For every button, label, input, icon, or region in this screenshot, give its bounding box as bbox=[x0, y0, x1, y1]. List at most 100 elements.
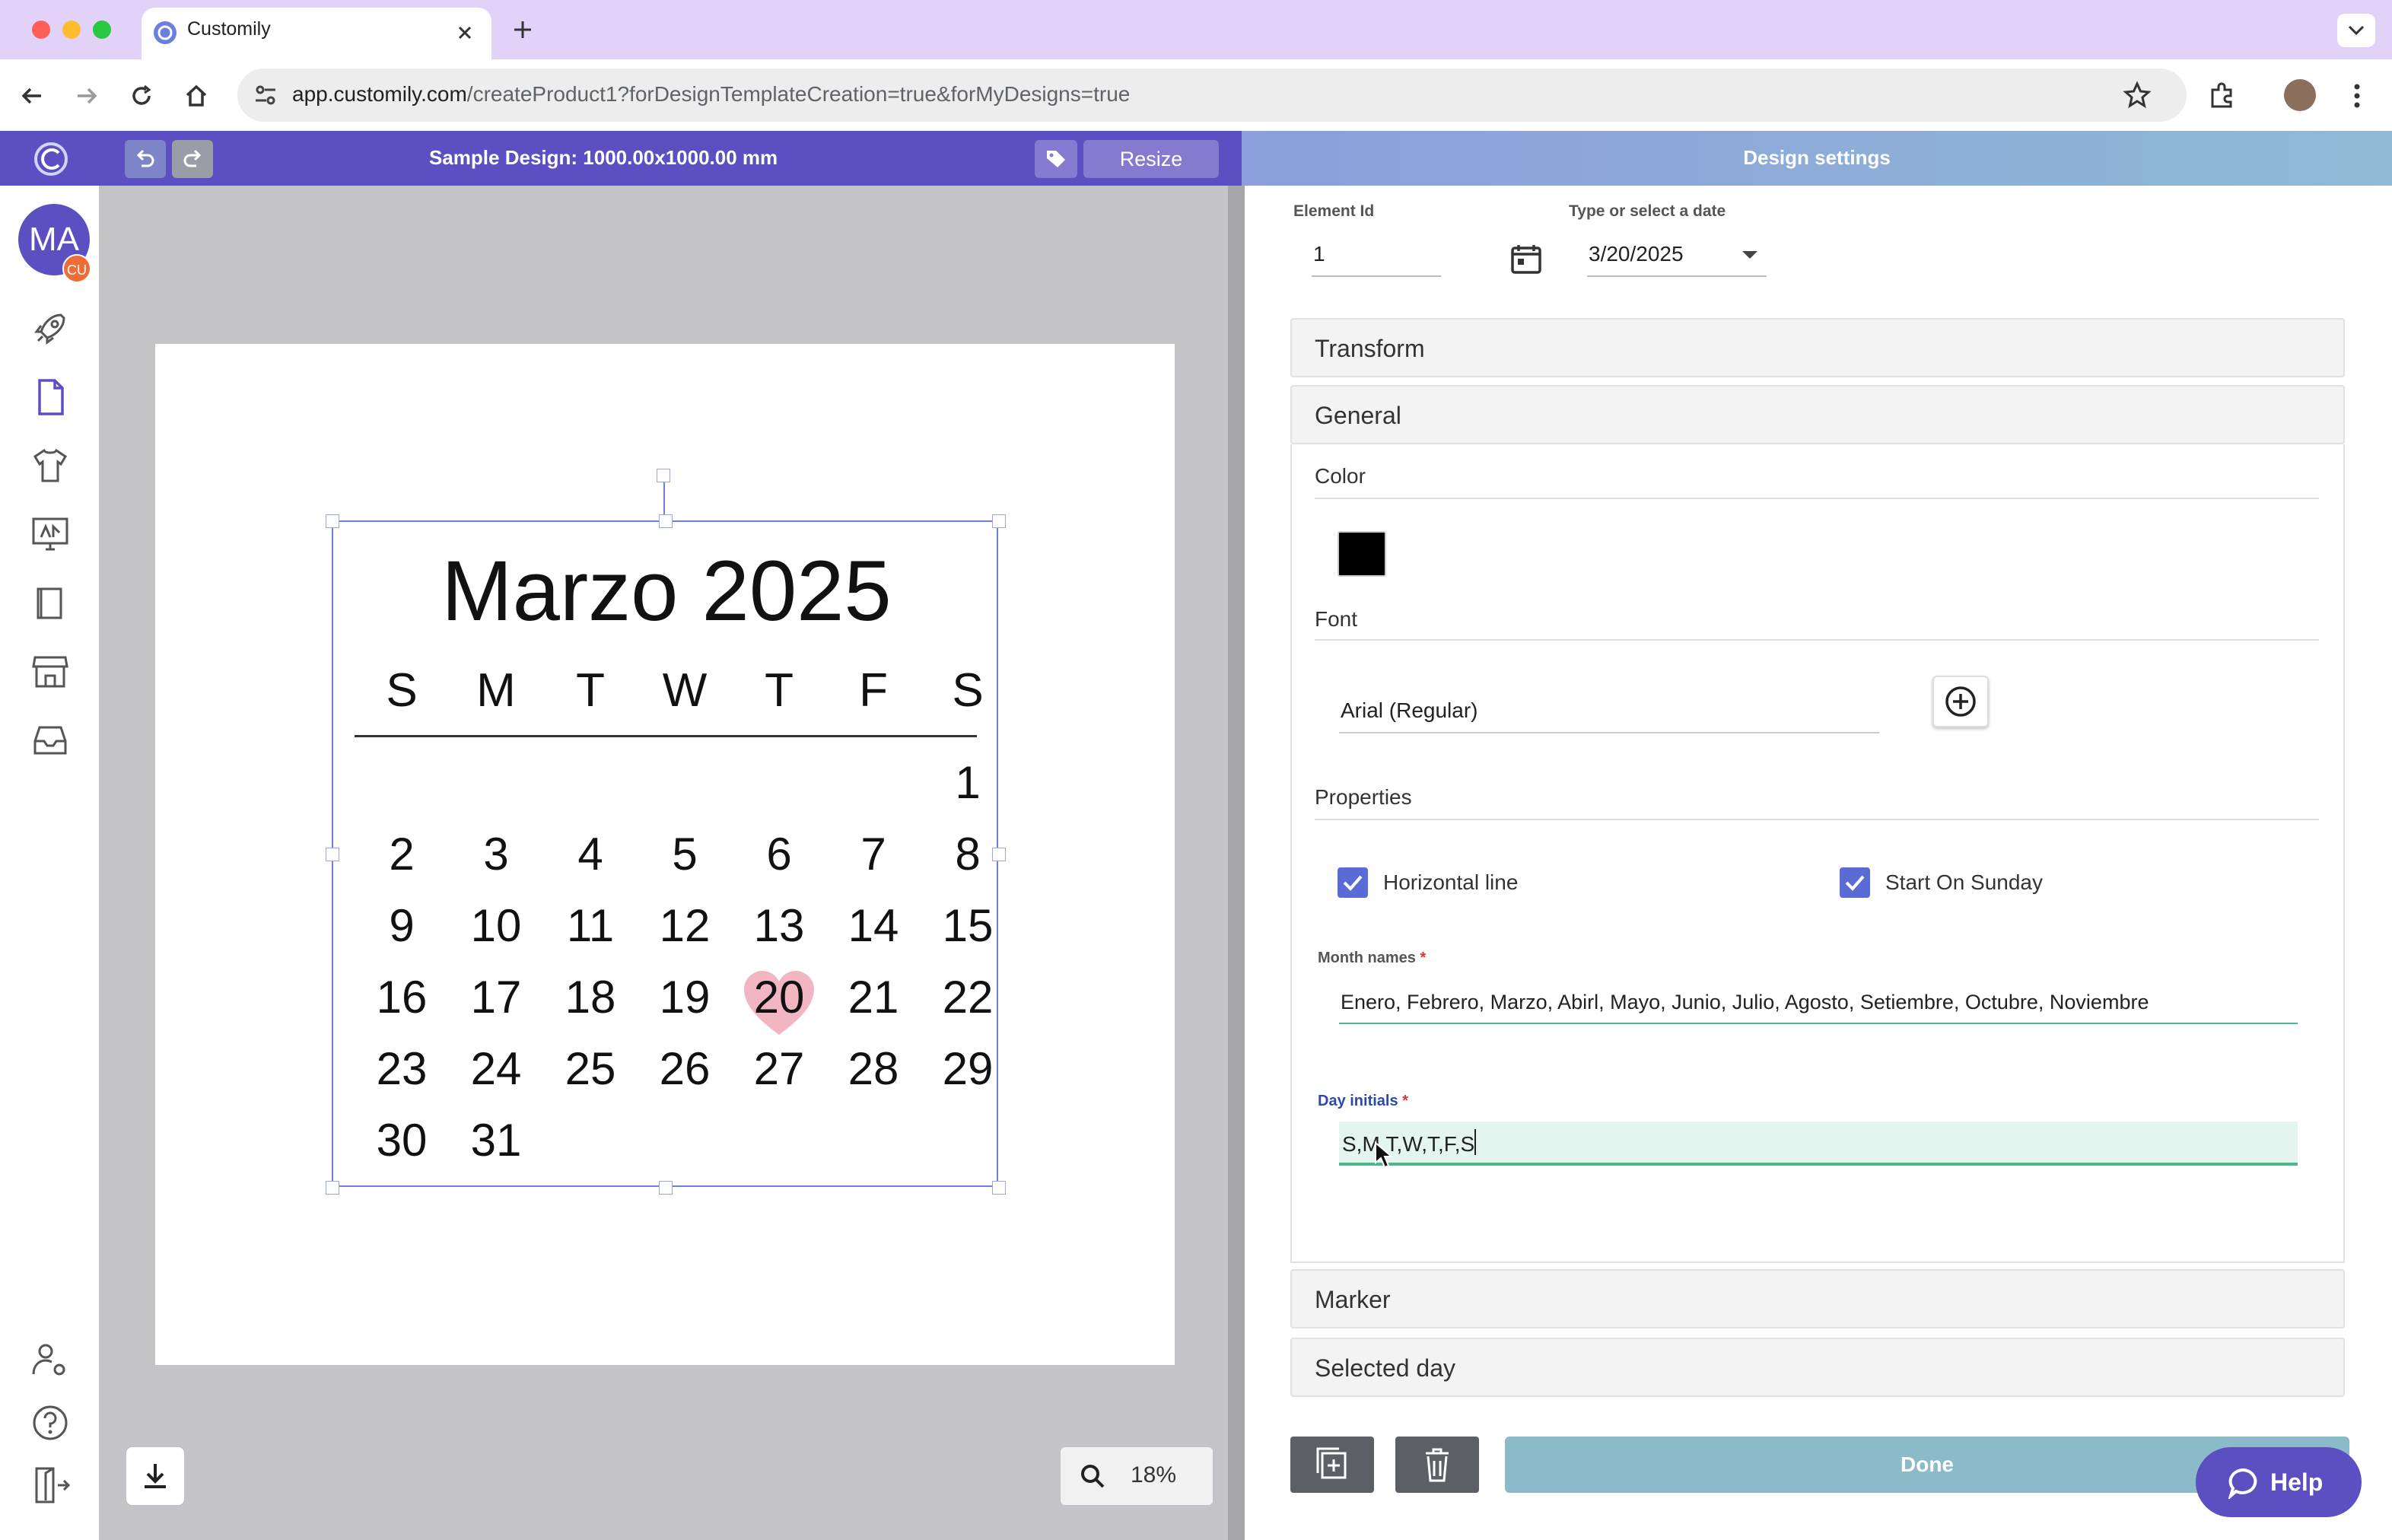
calendar-day: 28 bbox=[848, 1043, 899, 1094]
tag-button[interactable] bbox=[1035, 140, 1077, 178]
rocket-icon[interactable] bbox=[30, 309, 70, 348]
inbox-icon[interactable] bbox=[30, 720, 70, 759]
zoom-search-icon bbox=[1079, 1462, 1106, 1490]
calendar-day-initial: M bbox=[476, 664, 516, 717]
font-label: Font bbox=[1315, 607, 1358, 631]
logout-icon[interactable] bbox=[30, 1465, 70, 1505]
sidebar-nav: MA CU bbox=[0, 186, 99, 1540]
zoom-control[interactable]: 18% bbox=[1061, 1447, 1213, 1505]
close-tab-icon[interactable] bbox=[453, 21, 476, 44]
customily-logo-icon[interactable] bbox=[33, 142, 68, 177]
calendar-horizontal-line bbox=[355, 735, 977, 737]
browser-tab[interactable]: Customily bbox=[142, 8, 491, 59]
editor-header: Sample Design: 1000.00x1000.00 mm Resize bbox=[0, 131, 1242, 186]
resize-handle[interactable] bbox=[326, 1181, 339, 1195]
tshirt-icon[interactable] bbox=[30, 446, 70, 485]
calendar-day: 4 bbox=[577, 829, 603, 880]
calendar-day: 14 bbox=[848, 900, 899, 951]
start-on-sunday-checkbox[interactable] bbox=[1840, 867, 1870, 898]
book-icon[interactable] bbox=[30, 583, 70, 622]
tab-search-icon[interactable] bbox=[2337, 14, 2375, 47]
date-dropdown-chevron-icon[interactable] bbox=[1739, 248, 1761, 263]
horizontal-line-checkbox[interactable] bbox=[1338, 867, 1368, 898]
day-initials-input[interactable]: S,M,T,W,T,F,S bbox=[1339, 1122, 2298, 1169]
delete-element-button[interactable] bbox=[1395, 1437, 1479, 1493]
resize-button[interactable]: Resize bbox=[1083, 140, 1219, 178]
calendar-element[interactable]: Marzo 2025 SMTWTFS 1 2 3 4 5 6 7 8 9 10 11 12 13 14 15… bbox=[326, 514, 1006, 1195]
calendar-day: 24 bbox=[470, 1043, 522, 1094]
profile-avatar[interactable] bbox=[2284, 79, 2316, 111]
element-id-label: Element Id bbox=[1293, 202, 1375, 220]
calendar-day-initial: T bbox=[765, 664, 794, 717]
address-bar[interactable]: app.customily.com/createProduct1?forDesi… bbox=[237, 68, 2187, 122]
help-circle-icon[interactable] bbox=[30, 1403, 70, 1443]
user-settings-icon[interactable] bbox=[30, 1341, 70, 1380]
reload-icon[interactable] bbox=[128, 82, 155, 110]
calendar-day: 15 bbox=[942, 900, 994, 951]
calendar-day: 16 bbox=[376, 972, 428, 1023]
back-icon[interactable] bbox=[18, 82, 46, 110]
new-tab-icon[interactable] bbox=[510, 17, 536, 43]
resize-handle[interactable] bbox=[326, 848, 339, 861]
color-divider bbox=[1315, 498, 2319, 499]
font-select[interactable]: Arial (Regular) bbox=[1341, 698, 1478, 723]
calendar-day: 3 bbox=[483, 829, 509, 880]
date-input[interactable]: 3/20/2025 bbox=[1589, 242, 1684, 266]
forward-icon[interactable] bbox=[73, 82, 100, 110]
duplicate-element-button[interactable] bbox=[1290, 1437, 1374, 1493]
url-text: app.customily.com/createProduct1?forDesi… bbox=[292, 82, 1131, 106]
color-swatch[interactable] bbox=[1338, 531, 1386, 577]
browser-toolbar: app.customily.com/createProduct1?forDesi… bbox=[0, 59, 2392, 131]
day-initials-value: S,M,T,W,T,F,S bbox=[1342, 1132, 1475, 1156]
calendar-day: 12 bbox=[659, 900, 711, 951]
calendar-day: 2 bbox=[389, 829, 415, 880]
undo-button[interactable] bbox=[125, 140, 166, 178]
element-id-input[interactable]: 1 bbox=[1313, 242, 1325, 266]
panel-splitter[interactable] bbox=[1228, 186, 1245, 1540]
download-button[interactable] bbox=[126, 1447, 184, 1505]
monitor-design-icon[interactable] bbox=[30, 514, 70, 554]
minimize-window-button[interactable] bbox=[62, 21, 81, 39]
maximize-window-button[interactable] bbox=[93, 21, 111, 39]
calendar-day: 6 bbox=[766, 829, 792, 880]
selected-day-accordion[interactable]: Selected day bbox=[1290, 1338, 2345, 1397]
calendar-day: 30 bbox=[376, 1115, 428, 1166]
general-accordion[interactable]: General bbox=[1290, 385, 2345, 444]
extensions-icon[interactable] bbox=[2206, 81, 2237, 111]
calendar-day: 31 bbox=[470, 1115, 522, 1166]
bookmark-star-icon[interactable] bbox=[2123, 81, 2152, 110]
resize-handle[interactable] bbox=[659, 514, 673, 528]
close-window-button[interactable] bbox=[32, 21, 50, 39]
month-names-input[interactable]: Enero, Febrero, Marzo, Abirl, Mayo, Juni… bbox=[1341, 991, 2149, 1014]
site-settings-icon[interactable] bbox=[253, 82, 278, 108]
resize-handle[interactable] bbox=[992, 514, 1006, 528]
calendar-day: 1 bbox=[955, 757, 981, 808]
font-divider bbox=[1315, 639, 2319, 641]
store-icon[interactable] bbox=[30, 651, 70, 691]
home-icon[interactable] bbox=[183, 82, 210, 110]
resize-handle[interactable] bbox=[992, 1181, 1006, 1195]
transform-accordion[interactable]: Transform bbox=[1290, 318, 2345, 377]
calendar-day: 17 bbox=[470, 972, 522, 1023]
mouse-cursor-icon bbox=[1374, 1141, 1394, 1169]
calendar-day-initial: T bbox=[576, 664, 605, 717]
help-button[interactable]: Help bbox=[2196, 1447, 2362, 1517]
rotate-handle[interactable] bbox=[657, 469, 670, 482]
add-font-button[interactable] bbox=[1932, 676, 1989, 727]
user-badge: CU bbox=[62, 254, 91, 283]
horizontal-line-label: Horizontal line bbox=[1383, 870, 1519, 894]
resize-handle[interactable] bbox=[326, 514, 339, 528]
design-title: Sample Design: 1000.00x1000.00 mm bbox=[429, 146, 778, 169]
marker-accordion[interactable]: Marker bbox=[1290, 1269, 2345, 1328]
browser-tab-bar: Customily bbox=[0, 0, 2392, 59]
document-icon[interactable] bbox=[30, 377, 70, 417]
design-settings-panel: Element Id 1 Type or select a date 3/20/… bbox=[1245, 186, 2392, 1540]
browser-menu-icon[interactable] bbox=[2348, 81, 2366, 111]
calendar-month-title: Marzo 2025 bbox=[441, 543, 892, 638]
calendar-icon[interactable] bbox=[1509, 242, 1543, 275]
calendar-day: 5 bbox=[672, 829, 698, 880]
resize-handle[interactable] bbox=[659, 1181, 673, 1195]
redo-button[interactable] bbox=[172, 140, 213, 178]
calendar-day: 10 bbox=[470, 900, 522, 951]
calendar-day: 13 bbox=[753, 900, 805, 951]
